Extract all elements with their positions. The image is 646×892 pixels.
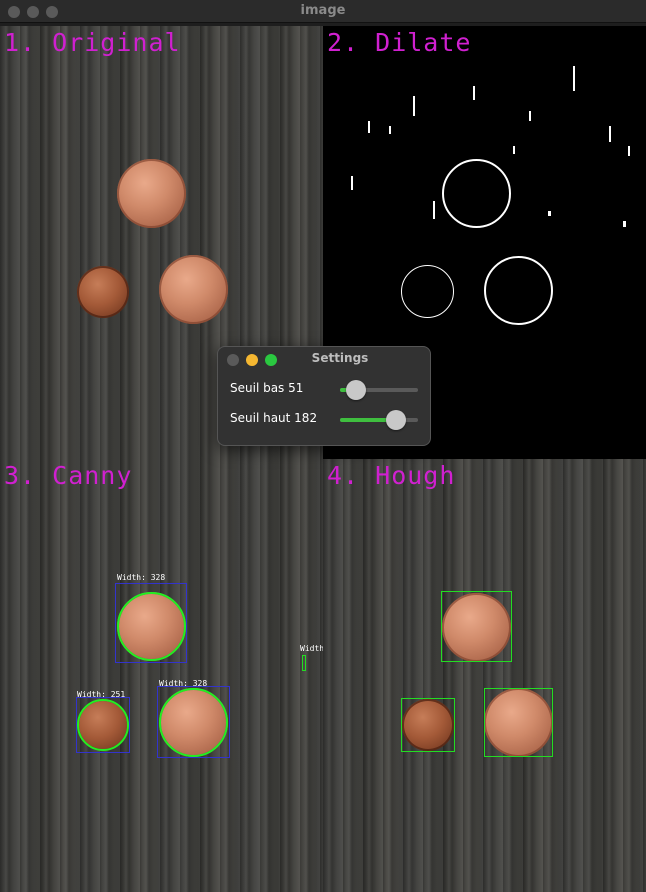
bounding-box (302, 655, 306, 671)
seuil-haut-knob[interactable] (385, 410, 406, 430)
settings-titlebar: Settings (218, 347, 430, 371)
seuil-haut-slider[interactable] (340, 410, 418, 430)
window-title: image (300, 3, 346, 18)
noise-speck (473, 86, 475, 100)
noise-speck (389, 126, 391, 134)
bounding-box (157, 686, 230, 758)
dilate-ring-right (484, 256, 553, 325)
coin-left (77, 266, 129, 318)
seuil-bas-slider[interactable] (340, 380, 418, 400)
coin-right (159, 255, 228, 324)
coin-top (117, 159, 186, 228)
hough-label: 4. Hough (327, 461, 456, 490)
seuil-bas-label: Seuil bas 51 (230, 381, 304, 395)
noise-speck (433, 201, 435, 219)
noise-speck (609, 126, 611, 142)
settings-window: Settings Seuil bas 51 Seuil haut 182 (217, 346, 431, 446)
bounding-box (76, 697, 130, 753)
hough-box (441, 591, 512, 662)
bounding-box (115, 583, 187, 663)
dilate-ring-top (442, 159, 511, 228)
seuil-bas-knob[interactable] (345, 380, 366, 400)
noise-speck (529, 111, 531, 121)
noise-speck (548, 211, 551, 216)
canny-quadrant: Width: 328 Width: 251 Width: 328 Width: … (0, 459, 323, 892)
noise-speck (351, 176, 353, 190)
settings-title: Settings (311, 351, 369, 365)
hough-box (484, 688, 553, 757)
noise-speck (413, 96, 415, 116)
dilate-ring-left (401, 265, 454, 318)
original-label: 1. Original (4, 28, 181, 57)
hough-box (401, 698, 455, 752)
width-label: Width: 328 (159, 679, 208, 688)
canny-label: 3. Canny (4, 461, 133, 490)
noise-speck (623, 221, 626, 227)
noise-speck (513, 146, 515, 154)
window-titlebar: image (0, 0, 646, 23)
hough-quadrant: 4. Hough (323, 459, 646, 892)
noise-speck (368, 121, 370, 133)
noise-speck (573, 66, 575, 91)
dilate-label: 2. Dilate (327, 28, 472, 57)
noise-speck (628, 146, 630, 156)
width-label: Width: (300, 644, 323, 653)
seuil-haut-label: Seuil haut 182 (230, 411, 318, 425)
width-label: Width: 328 (117, 573, 166, 582)
width-label: Width: 251 (77, 690, 126, 699)
